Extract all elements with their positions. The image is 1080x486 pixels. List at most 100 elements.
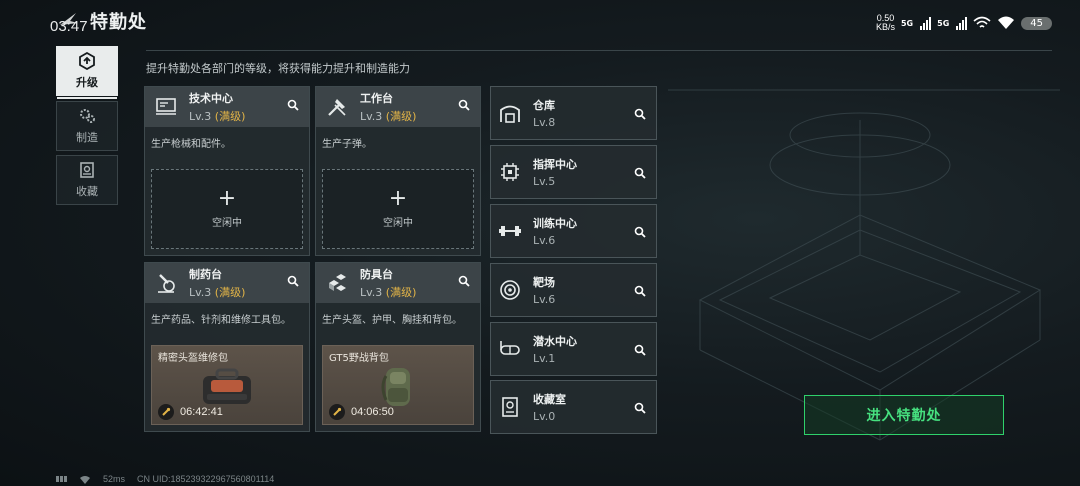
search-button[interactable] — [454, 95, 474, 115]
search-icon — [634, 167, 646, 179]
armor-bench-icon — [329, 274, 346, 291]
card-armor-bench[interactable]: 防具台 Lv.3 (满级) 生产头盔、护甲、胸挂和背包。 GT5野战背包 04:… — [315, 262, 481, 432]
add-icon: + — [388, 185, 408, 211]
facility-name: 潜水中心 — [533, 335, 577, 348]
pharmacy-icon — [158, 274, 175, 293]
workbench-icon — [328, 99, 346, 116]
search-icon — [634, 285, 646, 297]
craft-timer: 06:42:41 — [158, 404, 223, 420]
search-button[interactable] — [630, 281, 650, 301]
card-level: Lv.3 (满级) — [360, 286, 417, 299]
slot-status: 空闲中 — [212, 217, 242, 229]
collection-room-icon — [502, 397, 518, 417]
card-workbench[interactable]: 工作台 Lv.3 (满级) 生产子弹。 + 空闲中 — [315, 86, 481, 256]
search-icon — [634, 344, 646, 356]
facility-level: Lv.0 — [533, 410, 556, 423]
facility-name: 仓库 — [533, 99, 555, 112]
upgrade-icon — [79, 52, 95, 70]
card-header: 防具台 Lv.3 (满级) — [316, 263, 480, 303]
craft-slot-active[interactable]: GT5野战背包 04:06:50 — [322, 345, 474, 425]
system-status: 0.50 KB/s 5G 5G 45 — [876, 14, 1052, 32]
facility-training-center[interactable]: 训练中心 Lv.6 — [490, 204, 657, 258]
card-description: 生产药品、针剂和维修工具包。 — [151, 315, 291, 326]
search-button[interactable] — [283, 271, 303, 291]
signal-label-2: 5G — [937, 18, 950, 28]
footer-info: 52ms CN UID:185239322967560801114 — [56, 474, 274, 484]
card-level: Lv.3 (满级) — [189, 110, 246, 123]
network-speed: 0.50 KB/s — [875, 13, 895, 32]
diving-center-icon — [500, 341, 520, 355]
facility-level: Lv.6 — [533, 234, 556, 247]
back-icon[interactable] — [56, 9, 82, 33]
facility-level: Lv.8 — [533, 116, 556, 129]
card-description: 生产头盔、护甲、胸挂和背包。 — [322, 315, 462, 326]
search-icon — [634, 226, 646, 238]
facility-collection-room[interactable]: 收藏室 Lv.0 — [490, 380, 657, 434]
search-icon — [458, 99, 470, 111]
card-header: 工作台 Lv.3 (满级) — [316, 87, 480, 127]
battery-low-icon — [56, 476, 67, 482]
search-icon — [287, 275, 299, 287]
card-header: 制药台 Lv.3 (满级) — [145, 263, 309, 303]
facility-level: Lv.6 — [533, 293, 556, 306]
search-button[interactable] — [630, 222, 650, 242]
search-button[interactable] — [283, 95, 303, 115]
search-button[interactable] — [630, 104, 650, 124]
slot-status: 空闲中 — [383, 217, 413, 229]
tab-collection[interactable]: 收藏 — [56, 155, 118, 205]
search-button[interactable] — [630, 340, 650, 360]
enter-button[interactable]: 进入特勤处 — [804, 395, 1004, 435]
signal-bars-icon — [956, 16, 968, 30]
facility-warehouse[interactable]: 仓库 Lv.8 — [490, 86, 657, 140]
search-button[interactable] — [630, 398, 650, 418]
card-name: 技术中心 — [189, 92, 233, 105]
card-level: Lv.3 (满级) — [360, 110, 417, 123]
facility-name: 训练中心 — [533, 217, 577, 230]
search-button[interactable] — [630, 163, 650, 183]
battery-indicator: 45 — [1021, 16, 1052, 30]
wrench-timer-icon — [158, 404, 174, 420]
uid-text: CN UID:185239322967560801114 — [137, 474, 275, 484]
wifi-icon — [998, 16, 1015, 29]
craft-timer: 04:06:50 — [329, 404, 394, 420]
craft-slot-idle[interactable]: + 空闲中 — [322, 169, 474, 249]
shooting-range-icon — [500, 280, 520, 300]
craft-slot-idle[interactable]: + 空闲中 — [151, 169, 303, 249]
training-center-icon — [499, 226, 521, 236]
card-name: 工作台 — [360, 92, 393, 105]
card-level: Lv.3 (满级) — [189, 286, 246, 299]
card-description: 生产枪械和配件。 — [151, 139, 231, 150]
repair-kit-image — [203, 368, 251, 404]
facility-shooting-range[interactable]: 靶场 Lv.6 — [490, 263, 657, 317]
card-tech-center[interactable]: 技术中心 Lv.3 (满级) 生产枪械和配件。 + 空闲中 — [144, 86, 310, 256]
collection-icon — [80, 162, 94, 178]
card-description: 生产子弹。 — [322, 139, 372, 150]
ping: 52ms — [103, 474, 126, 484]
facility-command-center[interactable]: 指挥中心 Lv.5 — [490, 145, 657, 199]
warehouse-icon — [500, 105, 520, 123]
facility-name: 靶场 — [533, 276, 555, 289]
card-name: 制药台 — [189, 268, 222, 281]
tech-center-icon — [156, 98, 176, 115]
search-button[interactable] — [454, 271, 474, 291]
facility-name: 指挥中心 — [533, 158, 577, 171]
search-icon — [287, 99, 299, 111]
card-pharmacy[interactable]: 制药台 Lv.3 (满级) 生产药品、针剂和维修工具包。 精密头盔维修包 06:… — [144, 262, 310, 432]
page-title: 特勤处 — [90, 12, 147, 33]
intro-text: 提升特勤处各部门的等级，将获得能力提升和制造能力 — [146, 62, 410, 75]
card-header: 技术中心 Lv.3 (满级) — [145, 87, 309, 127]
wrench-timer-icon — [329, 404, 345, 420]
search-icon — [458, 275, 470, 287]
tab-upgrade[interactable]: 升级 — [56, 46, 118, 99]
facility-diving-center[interactable]: 潜水中心 Lv.1 — [490, 322, 657, 376]
hotspot-icon — [973, 16, 991, 28]
command-center-icon — [501, 163, 519, 181]
backpack-image — [381, 368, 410, 406]
search-icon — [634, 402, 646, 414]
facility-level: Lv.1 — [533, 352, 556, 365]
gears-icon — [80, 109, 95, 123]
craft-slot-active[interactable]: 精密头盔维修包 06:42:41 — [151, 345, 303, 425]
facility-name: 收藏室 — [533, 393, 566, 406]
tab-craft[interactable]: 制造 — [56, 101, 118, 151]
signal-label-1: 5G — [900, 18, 914, 28]
